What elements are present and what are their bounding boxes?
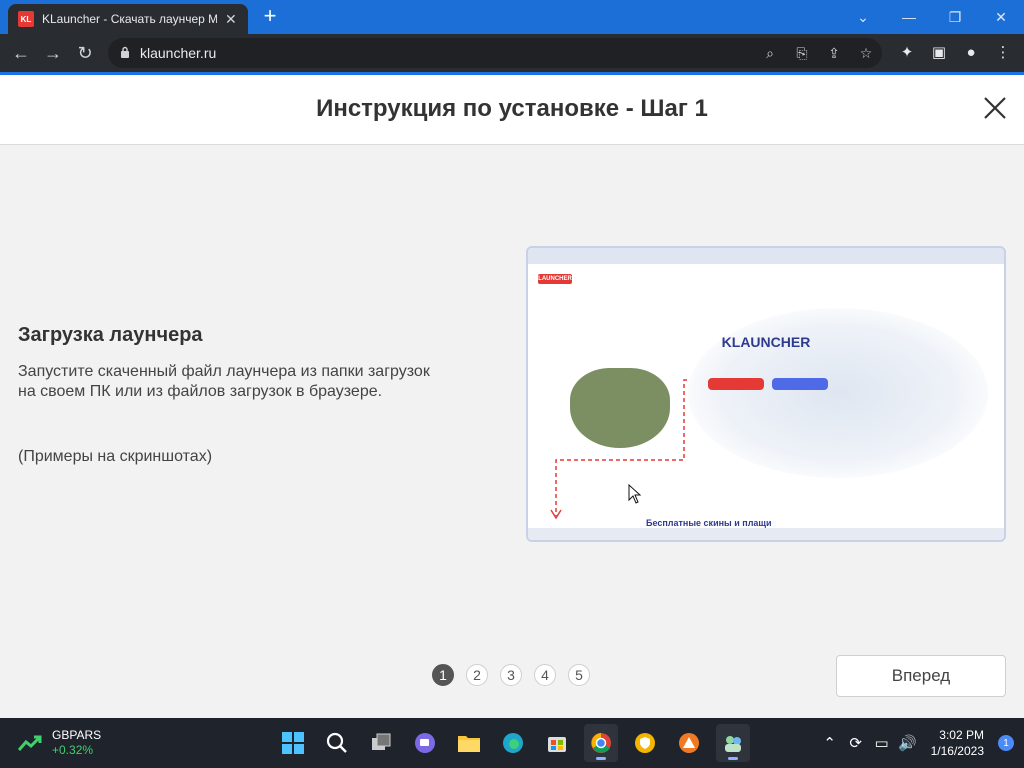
profile-avatar-icon[interactable]: ●: [960, 42, 982, 64]
tab-title: KLauncher - Скачать лаунчер М: [42, 12, 217, 26]
screenshot-dashed-arrow: [550, 379, 688, 520]
side-panel-icon[interactable]: ▣: [928, 42, 950, 64]
example-screenshot: LAUNCHER KLAUNCHER Бесплатные скины и пл…: [526, 246, 1006, 542]
forward-icon[interactable]: →: [40, 40, 66, 66]
menu-icon[interactable]: ⋮: [992, 42, 1014, 64]
url-text: klauncher.ru: [140, 45, 217, 61]
restore-button[interactable]: ❐: [932, 0, 978, 34]
modal-header: Инструкция по установке - Шаг 1: [0, 75, 1024, 145]
close-icon[interactable]: [982, 95, 1008, 121]
messenger-app-icon[interactable]: [716, 724, 750, 762]
minimize-button[interactable]: —: [886, 0, 932, 34]
search-icon[interactable]: [320, 724, 354, 762]
start-icon[interactable]: [276, 724, 310, 762]
screenshot-download-button: [708, 378, 764, 390]
stock-chart-icon: [18, 735, 42, 751]
tab-close-icon[interactable]: ✕: [225, 11, 237, 28]
page-4-button[interactable]: 4: [534, 664, 556, 686]
next-button[interactable]: Вперед: [836, 655, 1006, 697]
new-tab-button[interactable]: +: [258, 4, 282, 28]
sync-icon[interactable]: ⟳: [843, 734, 869, 752]
lock-icon: [121, 46, 129, 58]
screenshot-bottom-text: Бесплатные скины и плащи: [646, 518, 772, 528]
widget-name: GBPARS: [52, 728, 102, 742]
screenshot-title: KLAUNCHER: [721, 334, 811, 350]
page-1-button[interactable]: 1: [432, 664, 454, 686]
windows-taskbar: GBPARS +0.32% ⌃ ⟳ ▭ 🔊 3:02 PM 1/16/2023 …: [0, 718, 1024, 768]
browser-toolbar: ← → ↻ klauncher.ru ⌕ ⎘ ⇪ ☆ ✦ ▣ ● ⋮: [0, 34, 1024, 72]
volume-icon[interactable]: 🔊: [895, 734, 921, 752]
zoom-icon[interactable]: ⌕: [760, 43, 780, 63]
share-icon[interactable]: ⇪: [824, 43, 844, 63]
page-2-button[interactable]: 2: [466, 664, 488, 686]
widget-change: +0.32%: [52, 743, 94, 757]
browser-tab[interactable]: KL KLauncher - Скачать лаунчер М ✕: [8, 4, 248, 34]
modal-title: Инструкция по установке - Шаг 1: [316, 95, 708, 122]
step-pagination: 1 2 3 4 5: [432, 664, 590, 686]
page-3-button[interactable]: 3: [500, 664, 522, 686]
tab-favicon: KL: [18, 11, 34, 27]
clock-time: 3:02 PM: [939, 728, 984, 742]
notification-badge[interactable]: 1: [998, 735, 1014, 751]
chrome-icon[interactable]: [584, 724, 618, 762]
window-controls: ⌄ — ❐ ✕: [840, 0, 1024, 34]
mouse-cursor-icon: [628, 484, 642, 504]
stock-widget[interactable]: GBPARS +0.32%: [18, 728, 101, 758]
tab-search-icon[interactable]: ⌄: [840, 0, 886, 34]
edge-icon[interactable]: [496, 724, 530, 762]
system-tray: ⌃ ⟳ ▭ 🔊 3:02 PM 1/16/2023 1: [817, 718, 1024, 768]
display-icon[interactable]: ▭: [869, 734, 895, 752]
screenshot-download-bar: [528, 528, 1004, 540]
page-5-button[interactable]: 5: [568, 664, 590, 686]
close-window-button[interactable]: ✕: [978, 0, 1024, 34]
extensions-icon[interactable]: ✦: [896, 42, 918, 64]
task-view-icon[interactable]: [364, 724, 398, 762]
clock-date: 1/16/2023: [930, 744, 984, 758]
address-bar[interactable]: klauncher.ru ⌕ ⎘ ⇪ ☆: [108, 38, 882, 68]
browser-titlebar: KL KLauncher - Скачать лаунчер М ✕ + ⌄ —…: [0, 0, 1024, 34]
back-icon[interactable]: ←: [8, 40, 34, 66]
translate-icon[interactable]: ⎘: [792, 43, 812, 63]
modal-content: Загрузка лаунчера Запустите скаченный фа…: [0, 146, 1024, 716]
screenshot-logo: LAUNCHER: [538, 274, 572, 284]
file-explorer-icon[interactable]: [452, 724, 486, 762]
launcher-app-icon[interactable]: [672, 724, 706, 762]
screenshot-community-button: [772, 378, 828, 390]
teams-chat-icon[interactable]: [408, 724, 442, 762]
taskbar-apps: [276, 724, 750, 762]
step-heading: Загрузка лаунчера: [18, 324, 203, 346]
chevron-up-icon[interactable]: ⌃: [817, 734, 843, 752]
clock[interactable]: 3:02 PM 1/16/2023: [931, 727, 984, 759]
bookmark-star-icon[interactable]: ☆: [856, 43, 876, 63]
vpn-shield-icon[interactable]: [628, 724, 662, 762]
reload-icon[interactable]: ↻: [72, 40, 98, 66]
screenshot-browser-bar: [528, 248, 1004, 264]
step-note: (Примеры на скриншотах): [18, 448, 213, 465]
store-icon[interactable]: [540, 724, 574, 762]
step-description: Запустите скаченный файл лаунчера из пап…: [18, 363, 430, 400]
